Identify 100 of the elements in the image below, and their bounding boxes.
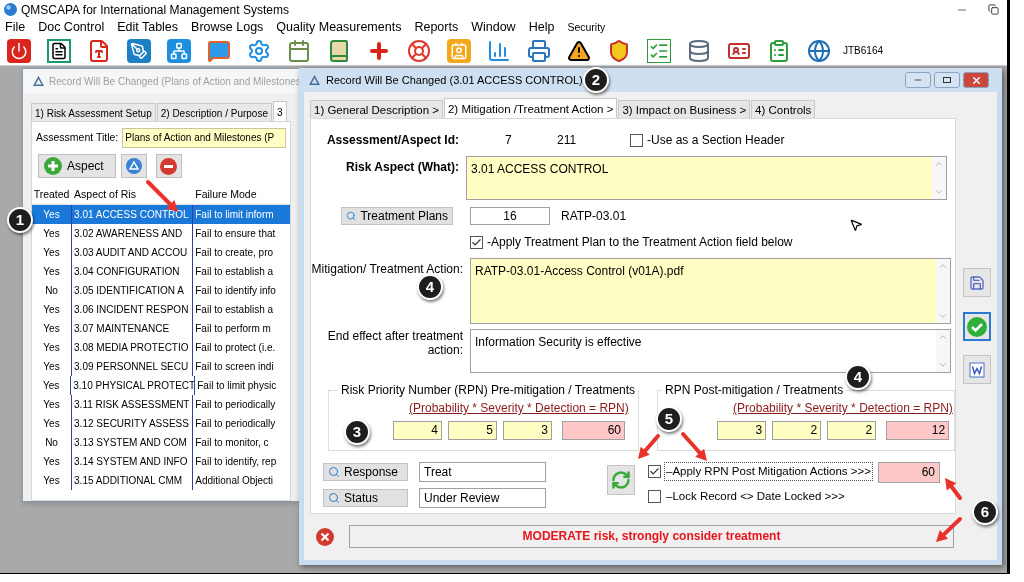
globe-icon[interactable]: [807, 38, 831, 63]
power-icon[interactable]: [7, 38, 31, 63]
lookup-field[interactable]: Under Review: [419, 488, 546, 508]
clipboard-icon[interactable]: [767, 38, 791, 63]
rpn-factor-field[interactable]: 2: [772, 421, 822, 440]
chat-icon[interactable]: [207, 38, 231, 63]
treatment-plan-code: RATP-03.01: [561, 208, 627, 225]
applied-rpn-field[interactable]: 60: [878, 462, 940, 483]
bar-chart-icon[interactable]: [487, 38, 511, 63]
table-row[interactable]: Yes 3.14 SYSTEM AND INFO Fail to identify, rep: [32, 452, 290, 471]
end-effect-field[interactable]: Information Security is effective: [470, 329, 951, 373]
restore-icon[interactable]: [988, 4, 999, 15]
table-row[interactable]: Yes 3.09 PERSONNEL SECU Fail to screen indi: [32, 357, 290, 376]
menu-item[interactable]: Security: [567, 19, 606, 36]
calendar-icon[interactable]: [287, 38, 311, 63]
tab[interactable]: 1) General Description >: [310, 100, 443, 118]
table-row[interactable]: No 3.05 IDENTIFICATION A Fail to identify info: [32, 281, 290, 300]
menu-item[interactable]: Browse Logs: [191, 18, 264, 37]
printer-icon[interactable]: [527, 38, 551, 63]
menu-item[interactable]: File: [5, 18, 26, 37]
treatment-plan-field[interactable]: 16: [470, 207, 550, 225]
table-row[interactable]: Yes 3.08 MEDIA PROTECTIO Fail to protect (i.e.: [32, 338, 290, 357]
table-cell-text: Yes: [42, 322, 61, 336]
checkbox[interactable]: [630, 133, 643, 147]
column-header[interactable]: Aspect of Ris: [71, 186, 193, 203]
table-row[interactable]: Yes 3.10 PHYSICAL PROTECT Fail to limit physic: [32, 376, 290, 395]
warning-icon[interactable]: [567, 38, 591, 63]
triangle-button[interactable]: [120, 154, 147, 178]
tab[interactable]: 3) Impact on Business >: [618, 100, 751, 118]
cursor-icon: [849, 218, 863, 232]
column-header[interactable]: Treated: [32, 186, 72, 203]
checkbox[interactable]: [470, 235, 483, 249]
table-cell: 3.13 SYSTEM AND COM: [71, 433, 193, 452]
menu-item[interactable]: Edit Tables: [117, 18, 179, 37]
lifebuoy-icon[interactable]: [407, 38, 431, 63]
tab[interactable]: 1) Risk Assessment Setup: [31, 103, 156, 121]
lookup-button[interactable]: Status: [323, 489, 408, 507]
table-row[interactable]: Yes 3.06 INCIDENT RESPON Fail to establish a: [32, 300, 290, 319]
menu-item[interactable]: Window: [471, 18, 516, 37]
table-row[interactable]: Yes 3.04 CONFIGURATION Fail to establish a: [32, 262, 290, 281]
arrow: [681, 432, 707, 461]
menu-item[interactable]: Quality Measurements: [276, 18, 402, 37]
rpn-factor-field[interactable]: 3: [503, 421, 552, 440]
table-cell-text: Yes: [42, 474, 61, 488]
checklist-icon[interactable]: [647, 38, 671, 63]
treatment-plans-button[interactable]: Treatment Plans: [341, 207, 453, 225]
risk-aspect-field[interactable]: 3.01 ACCESS CONTROL: [466, 156, 947, 200]
rpn-result-field[interactable]: 60: [562, 421, 625, 440]
app-icon: [4, 3, 17, 16]
refresh-button[interactable]: [607, 465, 635, 495]
column-header[interactable]: Failure Mode: [192, 186, 290, 203]
database-icon[interactable]: [687, 38, 711, 63]
tab[interactable]: 3: [273, 101, 287, 121]
gear-icon[interactable]: [247, 38, 271, 63]
delete-button[interactable]: [155, 154, 182, 178]
table-cell: Fail to periodically: [192, 414, 290, 433]
table-row[interactable]: Yes 3.02 AWARENESS AND Fail to ensure that: [32, 224, 290, 243]
save-button[interactable]: [963, 268, 991, 297]
table-row[interactable]: Yes 3.11 RISK ASSESSMENT Fail to periodically: [32, 395, 290, 414]
rpn-factor-field[interactable]: 3: [717, 421, 767, 440]
rpn-factor-field[interactable]: 4: [393, 421, 442, 440]
field-label: End effect after treatment action:: [326, 329, 464, 359]
menu-item[interactable]: Reports: [414, 18, 459, 37]
table-row[interactable]: Yes 3.01 ACCESS CONTROL Fail to limit inform: [32, 205, 290, 224]
table-row[interactable]: Yes 3.15 ADDITIONAL CMM Additional Objecti: [32, 471, 290, 490]
menu-item[interactable]: Doc Control: [38, 18, 105, 37]
sitemap-icon[interactable]: [167, 38, 191, 63]
table-cell-text: Yes: [42, 398, 61, 412]
table-row[interactable]: No 3.13 SYSTEM AND COM Fail to monitor, c: [32, 433, 290, 452]
word-button[interactable]: [963, 355, 991, 384]
checkbox[interactable]: [648, 465, 661, 478]
lookup-field[interactable]: Treat: [419, 462, 546, 482]
treatment-action-field[interactable]: RATP-03.01-Access Control (v01A).pdf: [470, 258, 951, 324]
maximize-button[interactable]: [934, 72, 960, 88]
table-row[interactable]: Yes 3.03 AUDIT AND ACCOU Fail to create, pro: [32, 243, 290, 262]
add-aspect-button[interactable]: Aspect: [38, 154, 116, 178]
table-row[interactable]: Yes 3.12 SECURITY ASSESS Fail to periodically: [32, 414, 290, 433]
pen-icon[interactable]: [127, 38, 151, 63]
checkbox[interactable]: [648, 490, 661, 503]
table-cell: Fail to monitor, c: [192, 433, 290, 452]
shield-icon[interactable]: [607, 38, 631, 63]
tab[interactable]: 2) Description / Purpose: [156, 103, 272, 121]
lookup-button[interactable]: Response: [323, 463, 408, 481]
search-icon: [328, 492, 340, 504]
book-icon[interactable]: [327, 38, 351, 63]
user-name: JTB6164: [843, 44, 884, 58]
rpn-factor-field[interactable]: 5: [448, 421, 497, 440]
tab[interactable]: 4) Controls: [751, 100, 816, 118]
tab[interactable]: 2) Mitigation /Treatment Action >: [443, 98, 618, 118]
close-button[interactable]: [963, 72, 989, 88]
assessment-title-field[interactable]: Plans of Action and Milestones (P: [122, 128, 286, 148]
refresh-icon: [611, 470, 631, 490]
checkbox-label: –Lock Record <> Date Locked >>>: [665, 488, 846, 504]
table-cell: Fail to ensure that: [192, 224, 290, 243]
table-row[interactable]: Yes 3.07 MAINTENANCE Fail to perform m: [32, 319, 290, 338]
menu-item[interactable]: Help: [528, 18, 555, 37]
rpn-result-field[interactable]: 12: [886, 421, 950, 440]
rpn-factor-field[interactable]: 2: [827, 421, 877, 440]
document-icon[interactable]: [47, 38, 71, 63]
accept-button[interactable]: [963, 312, 991, 341]
